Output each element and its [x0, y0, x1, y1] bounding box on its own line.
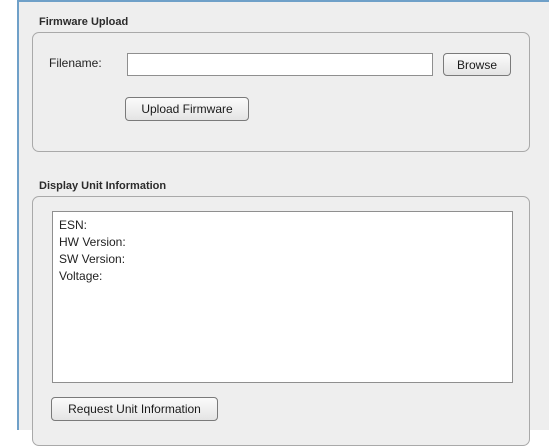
- unit-info-title: Display Unit Information: [39, 180, 167, 192]
- firmware-upload-title: Firmware Upload: [39, 16, 129, 28]
- request-unit-info-button[interactable]: Request Unit Information: [51, 397, 218, 421]
- esn-line: ESN:: [59, 218, 88, 232]
- voltage-line: Voltage:: [59, 269, 103, 283]
- upload-firmware-button[interactable]: Upload Firmware: [125, 97, 249, 121]
- hw-version-line: HW Version:: [59, 235, 126, 249]
- firmware-upload-group: Filename: Browse Upload Firmware: [32, 32, 530, 152]
- filename-label: Filename:: [49, 56, 102, 70]
- unit-info-display: ESN: HW Version: SW Version: Voltage:: [52, 211, 513, 383]
- filename-input[interactable]: [127, 53, 433, 76]
- browse-button[interactable]: Browse: [443, 53, 511, 76]
- sw-version-line: SW Version:: [59, 252, 126, 266]
- unit-info-group: ESN: HW Version: SW Version: Voltage: Re…: [32, 196, 530, 446]
- app-panel: Firmware Upload Filename: Browse Upload …: [17, 0, 549, 446]
